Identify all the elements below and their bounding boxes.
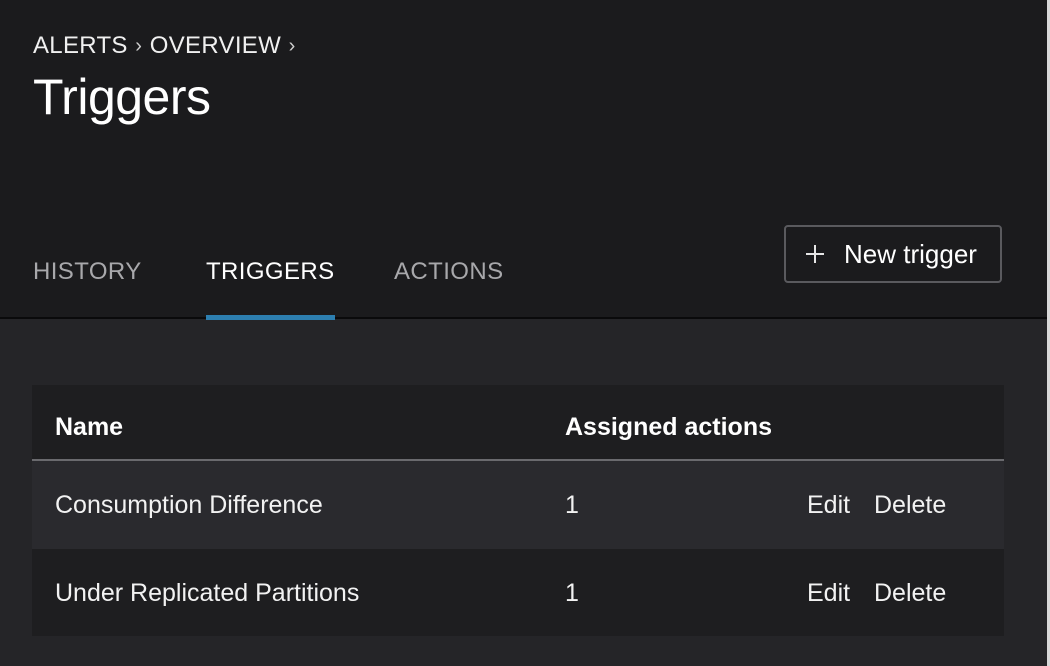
tab-actions[interactable]: ACTIONS <box>394 258 503 319</box>
edit-button[interactable]: Edit <box>807 491 850 520</box>
chevron-right-icon: › <box>288 34 296 57</box>
assigned-actions-count: 1 <box>565 579 579 607</box>
edit-button[interactable]: Edit <box>807 579 850 608</box>
delete-button[interactable]: Delete <box>874 579 946 608</box>
table-row: Consumption Difference 1 Edit Delete <box>32 461 1004 549</box>
tab-label: TRIGGERS <box>206 258 335 285</box>
page-header: ALERTS › OVERVIEW › Triggers HISTORY TRI… <box>0 0 1050 320</box>
new-trigger-button[interactable]: New trigger <box>784 225 1002 283</box>
assigned-actions-count: 1 <box>565 491 579 519</box>
breadcrumb-alerts[interactable]: ALERTS <box>33 32 128 60</box>
breadcrumb: ALERTS › OVERVIEW › <box>33 32 303 60</box>
page-title: Triggers <box>33 69 211 125</box>
delete-button[interactable]: Delete <box>874 491 946 520</box>
new-trigger-label: New trigger <box>844 238 977 269</box>
trigger-name: Under Replicated Partitions <box>55 579 360 607</box>
breadcrumb-overview[interactable]: OVERVIEW <box>150 32 281 60</box>
tab-triggers[interactable]: TRIGGERS <box>206 258 335 320</box>
chevron-right-icon: › <box>135 34 143 57</box>
table-header: Name Assigned actions <box>32 385 1004 461</box>
tab-history[interactable]: HISTORY <box>33 258 142 319</box>
tab-label: ACTIONS <box>394 258 504 285</box>
trigger-name: Consumption Difference <box>55 491 323 519</box>
triggers-table: Name Assigned actions Consumption Differ… <box>32 385 1004 636</box>
tab-bar: HISTORY TRIGGERS ACTIONS <box>0 250 760 320</box>
column-header-name: Name <box>55 413 124 441</box>
plus-icon <box>804 243 826 265</box>
tab-label: HISTORY <box>33 258 142 285</box>
active-tab-indicator <box>206 315 335 320</box>
column-header-assigned-actions: Assigned actions <box>565 413 772 441</box>
table-row: Under Replicated Partitions 1 Edit Delet… <box>32 549 1004 636</box>
